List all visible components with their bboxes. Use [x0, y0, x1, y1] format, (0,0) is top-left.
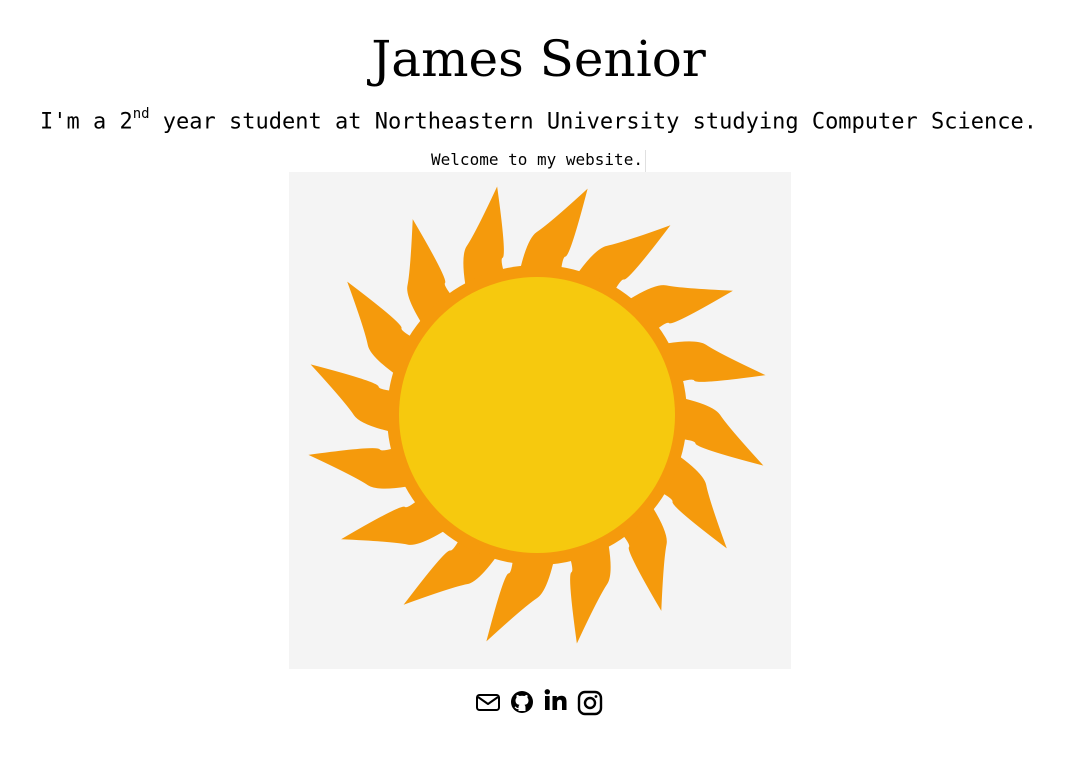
sun-core	[399, 277, 675, 553]
linkedin-link[interactable]	[543, 686, 569, 716]
intro-prefix: I'm a 2	[39, 109, 133, 135]
github-icon	[510, 691, 533, 713]
envelope-icon	[475, 694, 500, 711]
social-links	[0, 686, 1077, 716]
email-link[interactable]	[475, 686, 501, 716]
github-link[interactable]	[509, 686, 535, 716]
intro-ordinal: nd	[132, 106, 150, 122]
instagram-icon	[577, 690, 602, 716]
linkedin-icon	[544, 689, 566, 710]
intro-suffix: year student at Northeastern University …	[149, 109, 1037, 135]
hero-image	[289, 172, 791, 669]
welcome-text: Welcome to my website.	[0, 148, 1077, 172]
text-cursor	[644, 149, 646, 172]
welcome-message: Welcome to my website.	[431, 150, 643, 169]
instagram-link[interactable]	[577, 686, 603, 716]
page: James Senior I'm a 2nd year student at N…	[0, 0, 1077, 761]
intro-text: I'm a 2nd year student at Northeastern U…	[0, 98, 1077, 140]
sun-illustration	[308, 186, 766, 644]
page-title: James Senior	[371, 30, 706, 88]
